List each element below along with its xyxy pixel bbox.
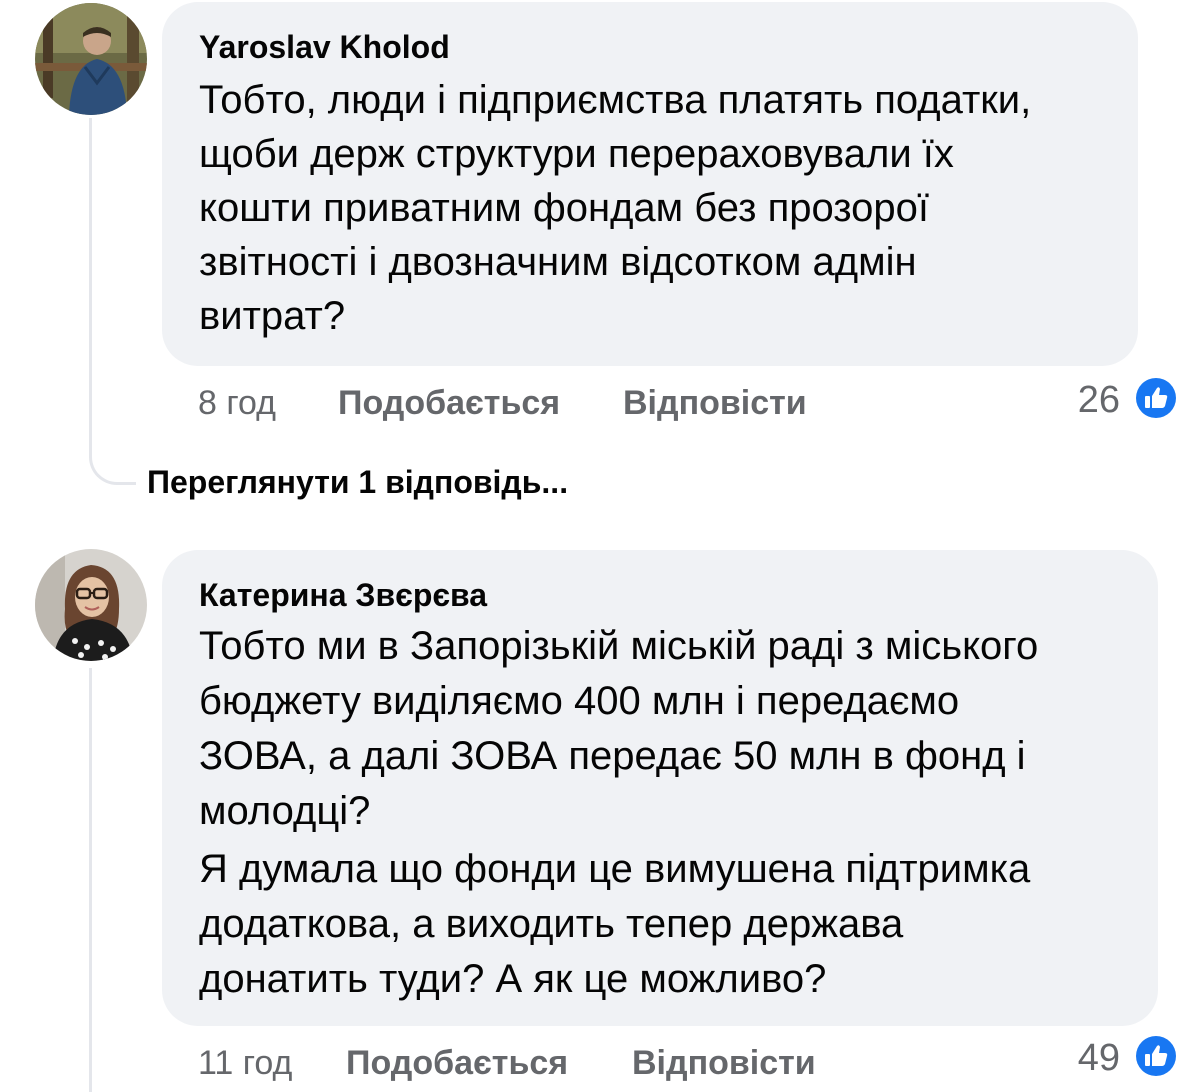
comment-text-line: ЗОВА, а далі ЗОВА передає 50 млн в фонд … [199,734,1026,778]
reply-button[interactable]: Відповісти [632,1043,816,1083]
comment-text-line: молодці? [199,789,371,833]
comment-text-line: Я думала що фонди це вимушена підтримка [199,847,1031,891]
view-replies-link[interactable]: Переглянути 1 відповідь... [147,462,568,502]
comment-text-line: звітності і двозначним відсотком адмін [199,240,917,284]
comment-text-line: бюджету виділяємо 400 млн і передаємо [199,679,960,723]
comment-text-line: додаткова, а виходить тепер держава [199,902,904,946]
reply-button[interactable]: Відповісти [623,383,807,423]
comment-text-line: Тобто ми в Запорізькій міській раді з мі… [199,624,1039,668]
comment-text-line: витрат? [199,294,346,338]
avatar-photo-kateryna [35,549,147,661]
comment-text-line: донатить туди? А як це можливо? [199,957,827,1001]
thread-line-2 [89,668,92,1092]
comment-bubble: Катерина Звєрєва Тобто ми в Запорізькій … [162,550,1158,1026]
like-icon[interactable] [1132,374,1180,422]
comment-time[interactable]: 11 год [198,1043,292,1083]
comment-author[interactable]: Катерина Звєрєва [199,576,487,614]
avatar-photo-yaroslav [35,3,147,115]
comment-bubble: Yaroslav Kholod Тобто, люди і підприємст… [162,2,1138,366]
comment-text-line: щоби держ структури перераховували їх [199,132,954,176]
reaction-count[interactable]: 26 [1040,378,1120,422]
comment-author[interactable]: Yaroslav Kholod [199,28,450,66]
comment-text-line: кошти приватним фондам без прозорої [199,186,930,230]
like-button[interactable]: Подобається [346,1043,568,1083]
thread-line-1 [89,118,92,418]
comment-text-line: Тобто, люди і підприємства платять подат… [199,78,1032,122]
avatar[interactable] [35,3,147,115]
like-button[interactable]: Подобається [338,383,560,423]
thread-curve-1 [89,410,136,485]
like-icon[interactable] [1132,1032,1180,1080]
avatar[interactable] [35,549,147,661]
comment-time[interactable]: 8 год [198,383,276,423]
reaction-count[interactable]: 49 [1040,1036,1120,1080]
